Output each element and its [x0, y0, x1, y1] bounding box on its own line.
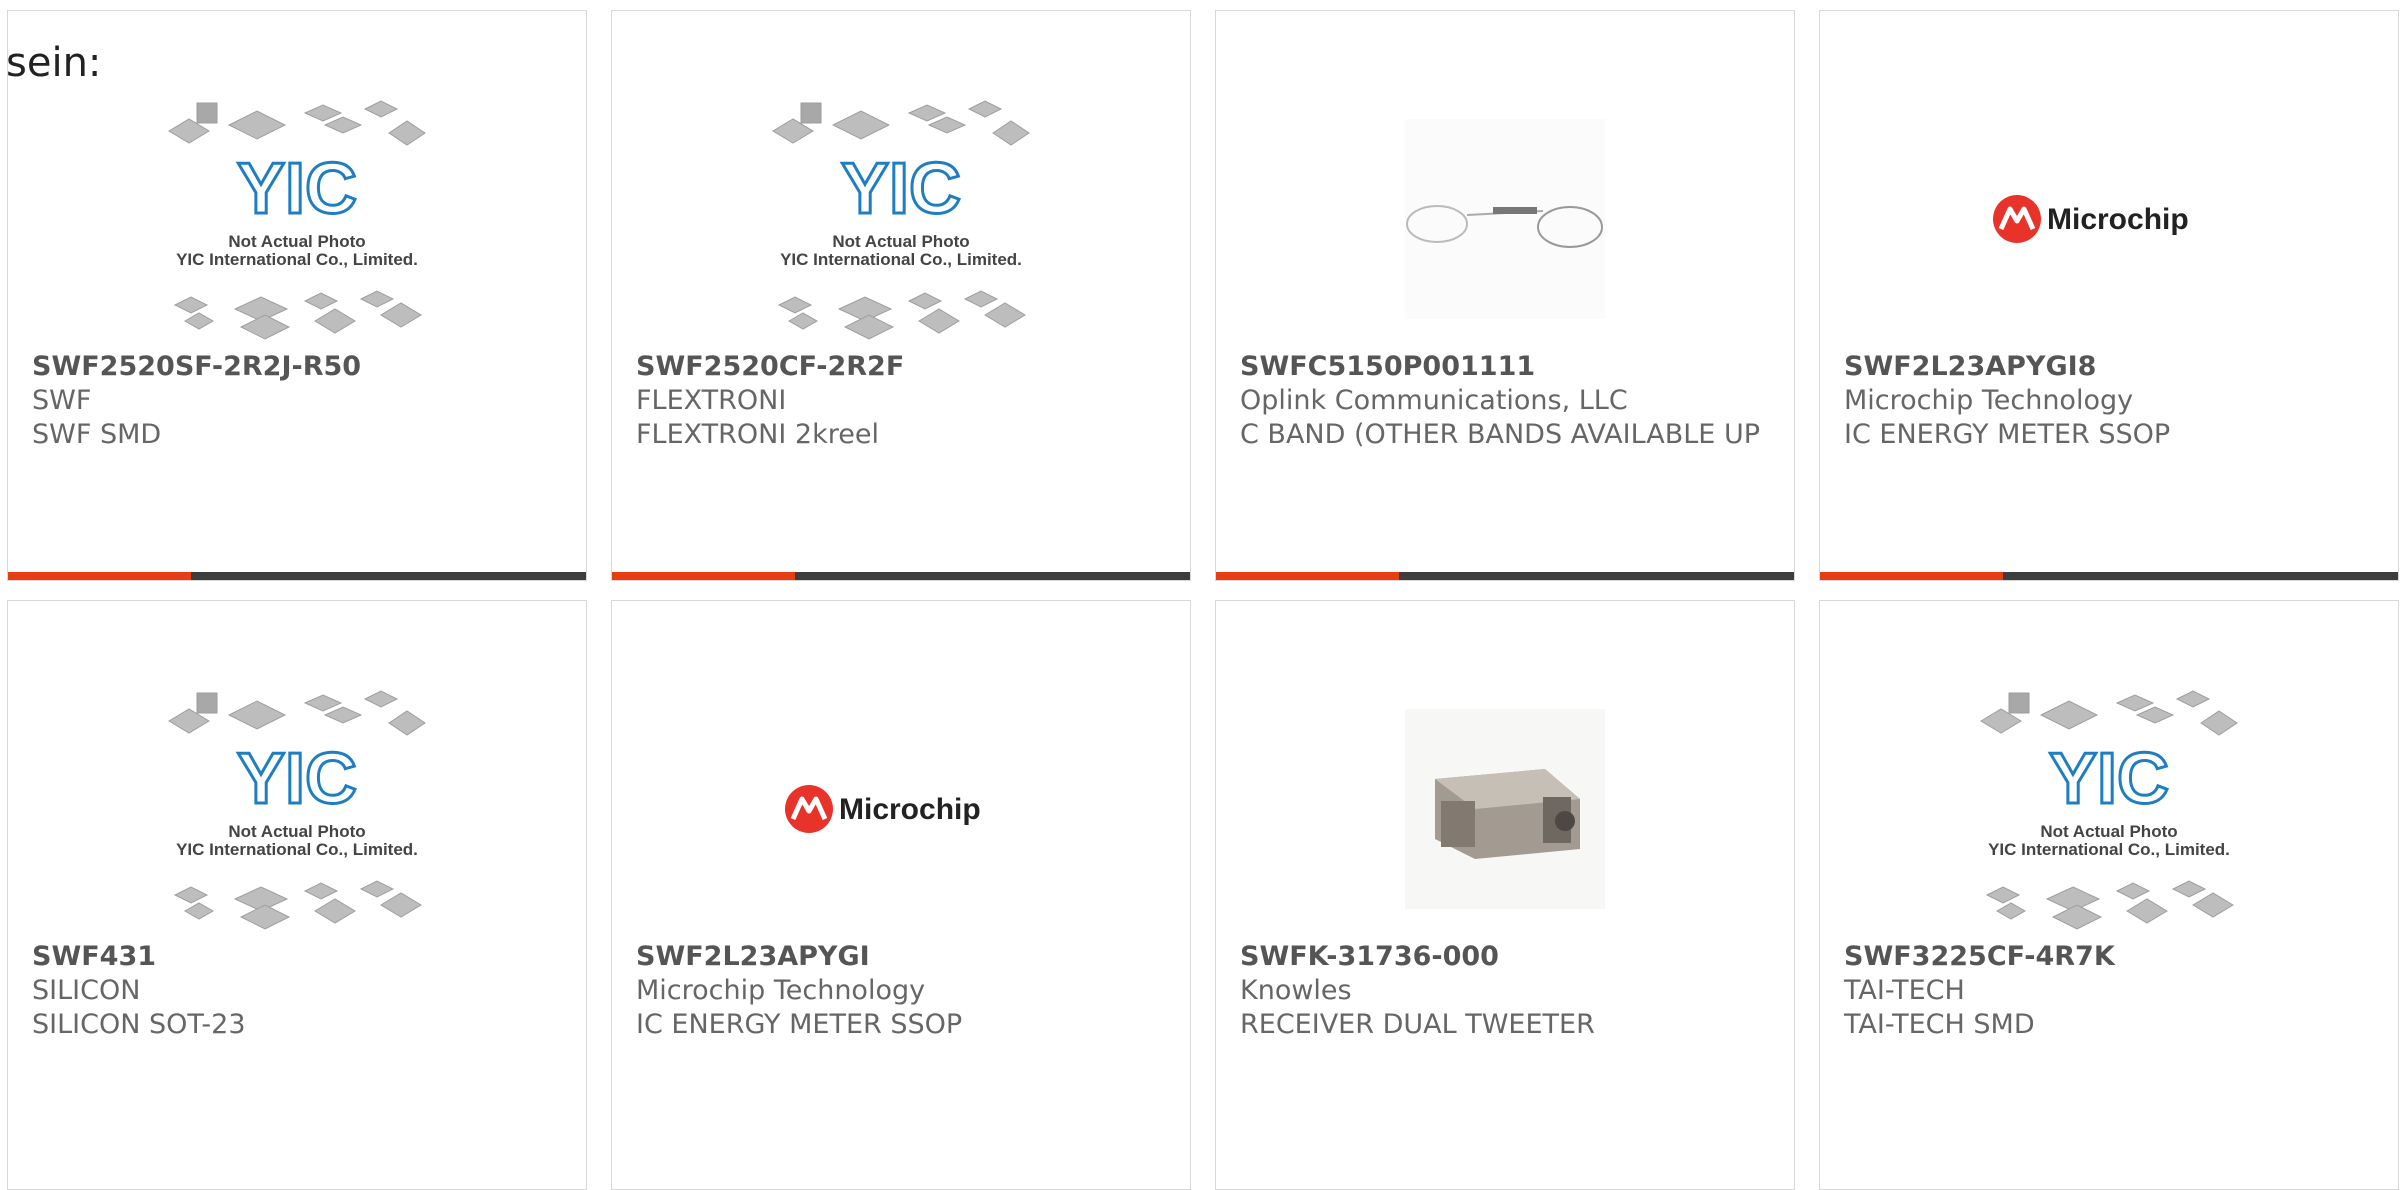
- card-bottom-bar: [612, 572, 1190, 580]
- product-info: SWF2L23APYGI8 Microchip Technology IC ENER…: [1844, 350, 2374, 452]
- microchip-logo: Microchip: [785, 785, 981, 833]
- receiver-photo: [1405, 709, 1605, 909]
- yic-placeholder-image: YIC Not Actual Photo YIC International C…: [1980, 690, 2238, 930]
- svg-text:YIC: YIC: [237, 149, 357, 229]
- manufacturer: SILICON: [32, 975, 141, 1006]
- svg-text:Microchip: Microchip: [2047, 203, 2189, 236]
- svg-text:YIC: YIC: [841, 149, 961, 229]
- yic-placeholder-image: YIC Not Actual Photo YIC International C…: [168, 100, 426, 340]
- yic-placeholder-image: YIC Not Actual Photo YIC International C…: [168, 690, 426, 930]
- description: FLEXTRONI 2kreel: [636, 419, 879, 450]
- part-number-link[interactable]: SWF2L23APYGI8: [1844, 350, 2374, 384]
- svg-text:Not Actual Photo: Not Actual Photo: [228, 232, 365, 251]
- part-number-link[interactable]: SWF2520SF-2R2J-R50: [32, 350, 562, 384]
- description: IC ENERGY METER SSOP: [1844, 419, 2171, 450]
- product-card[interactable]: Microchip SWF2L23APYGI Microchip Technolo…: [611, 600, 1191, 1190]
- card-accent-bar: [8, 572, 191, 580]
- product-image[interactable]: YIC Not Actual Photo YIC International C…: [165, 685, 429, 933]
- product-image[interactable]: YIC Not Actual Photo YIC International C…: [1977, 685, 2241, 933]
- product-info: SWF3225CF-4R7K TAI-TECH TAI-TECH SMD: [1844, 940, 2374, 1042]
- part-number-link[interactable]: SWF2L23APYGI: [636, 940, 1166, 974]
- product-grid: YIC Not Actual Photo YIC International C…: [7, 10, 2399, 1190]
- svg-text:YIC: YIC: [237, 739, 357, 819]
- card-accent-bar: [612, 572, 795, 580]
- lead-text: sein:: [6, 40, 102, 86]
- product-info: SWF431 SILICON SILICON SOT-23: [32, 940, 562, 1042]
- part-number-link[interactable]: SWF2520CF-2R2F: [636, 350, 1166, 384]
- manufacturer: TAI-TECH: [1844, 975, 1965, 1006]
- card-accent-bar: [1216, 572, 1399, 580]
- product-info: SWFC5150P001111 Oplink Communications, LL…: [1240, 350, 1770, 452]
- description: IC ENERGY METER SSOP: [636, 1009, 963, 1040]
- yic-placeholder-image: YIC Not Actual Photo YIC International C…: [772, 100, 1030, 340]
- card-bottom-bar: [8, 572, 586, 580]
- product-card[interactable]: YIC Not Actual Photo YIC International C…: [7, 10, 587, 581]
- part-number-link[interactable]: SWF431: [32, 940, 562, 974]
- manufacturer: Knowles: [1240, 975, 1352, 1006]
- card-bottom-bar: [1216, 572, 1794, 580]
- card-accent-bar: [1820, 572, 2003, 580]
- product-image[interactable]: Microchip: [1977, 95, 2241, 343]
- fiber-coupler-photo: [1405, 119, 1605, 319]
- svg-text:YIC International Co., Limited: YIC International Co., Limited.: [1988, 840, 2230, 859]
- manufacturer: FLEXTRONI: [636, 385, 787, 416]
- manufacturer: Microchip Technology: [636, 975, 926, 1006]
- part-number-link[interactable]: SWFK-31736-000: [1240, 940, 1770, 974]
- product-card[interactable]: YIC Not Actual Photo YIC International C…: [611, 10, 1191, 581]
- description: SWF SMD: [32, 419, 162, 450]
- part-number-link[interactable]: SWFC5150P001111: [1240, 350, 1770, 384]
- product-info: SWF2520CF-2R2F FLEXTRONI FLEXTRONI 2kreel: [636, 350, 1166, 452]
- svg-text:Not Actual Photo: Not Actual Photo: [832, 232, 969, 251]
- svg-text:YIC: YIC: [2049, 739, 2169, 819]
- svg-text:Not Actual Photo: Not Actual Photo: [2040, 822, 2177, 841]
- product-info: SWF2L23APYGI Microchip Technology IC ENERG…: [636, 940, 1166, 1042]
- product-image[interactable]: YIC Not Actual Photo YIC International C…: [769, 95, 1033, 343]
- description: SILICON SOT-23: [32, 1009, 246, 1040]
- microchip-logo: Microchip: [1993, 195, 2189, 243]
- svg-text:YIC International Co., Limited: YIC International Co., Limited.: [176, 250, 418, 269]
- product-image[interactable]: [1373, 685, 1637, 933]
- product-image[interactable]: [1373, 95, 1637, 343]
- part-number-link[interactable]: SWF3225CF-4R7K: [1844, 940, 2374, 974]
- product-card[interactable]: SWFC5150P001111 Oplink Communications, LL…: [1215, 10, 1795, 581]
- manufacturer: Oplink Communications, LLC: [1240, 385, 1628, 416]
- product-info: SWFK-31736-000 Knowles RECEIVER DUAL TWEET…: [1240, 940, 1770, 1042]
- description: C BAND (OTHER BANDS AVAILABLE UP: [1240, 419, 1760, 450]
- product-card[interactable]: SWFK-31736-000 Knowles RECEIVER DUAL TWEET…: [1215, 600, 1795, 1190]
- product-image[interactable]: YIC Not Actual Photo YIC International C…: [165, 95, 429, 343]
- svg-text:Microchip: Microchip: [839, 793, 981, 826]
- product-image[interactable]: Microchip: [769, 685, 1033, 933]
- description: TAI-TECH SMD: [1844, 1009, 2035, 1040]
- product-info: SWF2520SF-2R2J-R50 SWF SWF SMD: [32, 350, 562, 452]
- manufacturer: SWF: [32, 385, 92, 416]
- svg-text:Not Actual Photo: Not Actual Photo: [228, 822, 365, 841]
- product-card[interactable]: Microchip SWF2L23APYGI8 Microchip Technol…: [1819, 10, 2399, 581]
- product-card[interactable]: YIC Not Actual Photo YIC International C…: [7, 600, 587, 1190]
- product-card[interactable]: YIC Not Actual Photo YIC International C…: [1819, 600, 2399, 1190]
- svg-text:YIC International Co., Limited: YIC International Co., Limited.: [176, 840, 418, 859]
- manufacturer: Microchip Technology: [1844, 385, 2134, 416]
- card-bottom-bar: [1820, 572, 2398, 580]
- svg-text:YIC International Co., Limited: YIC International Co., Limited.: [780, 250, 1022, 269]
- description: RECEIVER DUAL TWEETER: [1240, 1009, 1595, 1040]
